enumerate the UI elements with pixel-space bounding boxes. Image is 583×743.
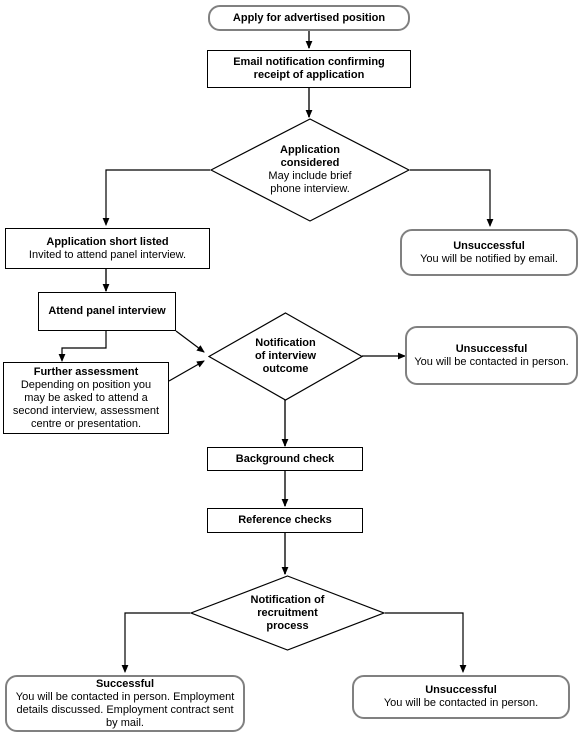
node-title: Attend panel interview (48, 305, 166, 317)
node-application-short-listed[interactable]: Application short listed Invited to atte… (5, 228, 210, 269)
node-desc: You will be contacted in person. (383, 697, 539, 709)
edge-assessment-to-outcome (168, 360, 205, 382)
edge-panel-to-outcome (175, 330, 205, 353)
node-unsuccessful-final[interactable]: Unsuccessful You will be contacted in pe… (352, 675, 570, 719)
node-desc-line-2: phone interview. (270, 183, 350, 195)
node-desc-line-3: by mail. (106, 716, 144, 729)
node-email-notification[interactable]: Email notification confirming receipt of… (207, 50, 411, 88)
edge-considered-to-shortlisted (102, 169, 210, 226)
node-title-line-3: process (266, 619, 309, 632)
node-desc: You will be contacted in person. (414, 355, 569, 368)
node-application-considered[interactable]: Application considered May include brief… (210, 118, 410, 222)
node-title: Successful (95, 677, 155, 690)
node-title-line-2: of interview (254, 350, 317, 362)
node-desc: You will be notified by email. (420, 252, 558, 265)
edge-recruitment-to-unsuccessful (385, 612, 467, 673)
node-title-line-1: Notification of (250, 593, 325, 606)
node-unsuccessful-email[interactable]: Unsuccessful You will be notified by ema… (400, 229, 578, 276)
node-title-line-1: Email notification confirming (233, 56, 385, 68)
node-title: Unsuccessful (453, 239, 525, 252)
node-unsuccessful-interview[interactable]: Unsuccessful You will be contacted in pe… (405, 326, 578, 385)
edge-recruitment-to-successful (121, 612, 190, 673)
node-successful[interactable]: Successful You will be contacted in pers… (5, 675, 245, 732)
node-text-block: Application considered May include brief… (250, 144, 370, 196)
node-background-check[interactable]: Background check (207, 447, 363, 471)
node-title: Reference checks (238, 514, 332, 526)
node-attend-panel-interview[interactable]: Attend panel interview (38, 292, 176, 331)
node-title: Apply for advertised position (232, 11, 386, 24)
node-apply-for-position[interactable]: Apply for advertised position (208, 5, 410, 31)
node-title-line-1: Notification (255, 337, 316, 349)
node-further-assessment[interactable]: Further assessment Depending on position… (3, 362, 169, 434)
flowchart-canvas: Apply for advertised position Email noti… (0, 0, 583, 743)
node-title-line-1: Application (280, 144, 340, 156)
node-title-line-2: considered (280, 157, 340, 169)
node-desc-line-2: details discussed. Employment contract s… (16, 703, 234, 716)
node-title: Unsuccessful (425, 684, 497, 696)
node-text-block: Notification of recruitment process (229, 594, 346, 633)
node-reference-checks[interactable]: Reference checks (207, 508, 363, 533)
node-desc-line-1: Depending on position you (20, 378, 152, 391)
node-text-block: Notification of interview outcome (239, 337, 332, 376)
node-notification-recruitment-process[interactable]: Notification of recruitment process (190, 575, 385, 651)
node-title-line-2: receipt of application (253, 69, 365, 81)
node-desc-line-1: You will be contacted in person. Employm… (15, 690, 235, 703)
node-desc-line-2: may be asked to attend a (24, 391, 148, 404)
node-title-line-3: outcome (262, 363, 309, 375)
node-title: Unsuccessful (455, 342, 528, 355)
node-title-line-2: recruitment (257, 606, 318, 619)
edge-considered-to-unsuccessful (410, 169, 494, 227)
node-desc-line-1: May include brief (268, 170, 352, 182)
node-desc-line-4: centre or presentation. (30, 417, 142, 430)
node-title: Background check (235, 452, 335, 465)
node-desc: Invited to attend panel interview. (28, 248, 187, 261)
node-title: Further assessment (33, 365, 139, 378)
node-title: Application short listed (46, 235, 169, 248)
node-notification-interview-outcome[interactable]: Notification of interview outcome (208, 312, 363, 401)
edge-panel-to-assessment (58, 331, 107, 362)
node-desc-line-3: second interview, assessment (12, 404, 160, 417)
